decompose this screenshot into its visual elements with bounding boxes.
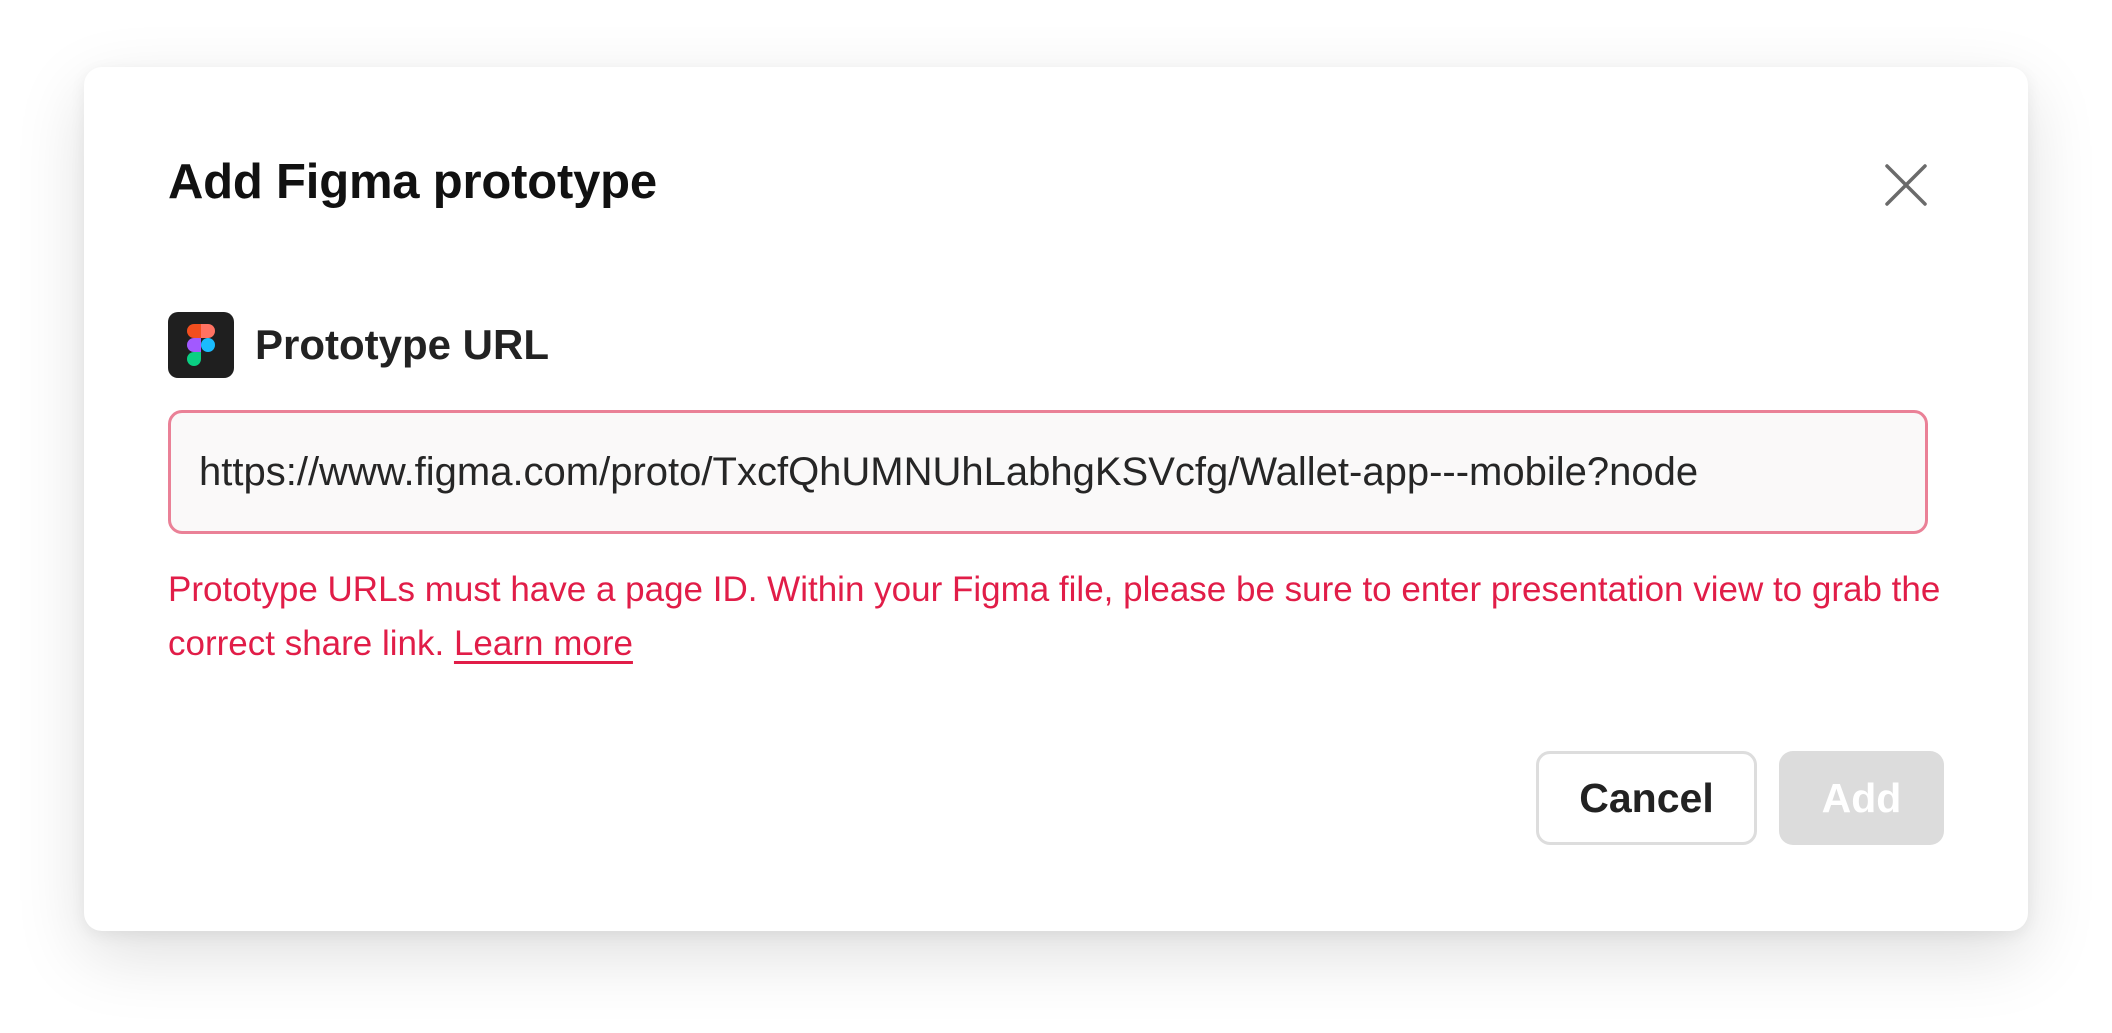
url-error-text: Prototype URLs must have a page ID. With… [168,570,1941,663]
dialog-title: Add Figma prototype [168,155,657,209]
prototype-url-field [168,410,1928,534]
add-button[interactable]: Add [1779,751,1944,845]
add-figma-prototype-dialog: Add Figma prototype Prototype URL Protot… [84,67,2028,931]
learn-more-link[interactable]: Learn more [454,624,633,663]
prototype-url-input[interactable] [171,413,1925,531]
figma-logo-icon [168,312,234,378]
cancel-button[interactable]: Cancel [1536,751,1757,845]
close-icon [1885,164,1927,206]
prototype-url-label-row: Prototype URL [168,312,549,378]
prototype-url-label: Prototype URL [255,321,549,368]
close-button[interactable] [1884,163,1928,207]
url-error-message: Prototype URLs must have a page ID. With… [168,563,1958,671]
